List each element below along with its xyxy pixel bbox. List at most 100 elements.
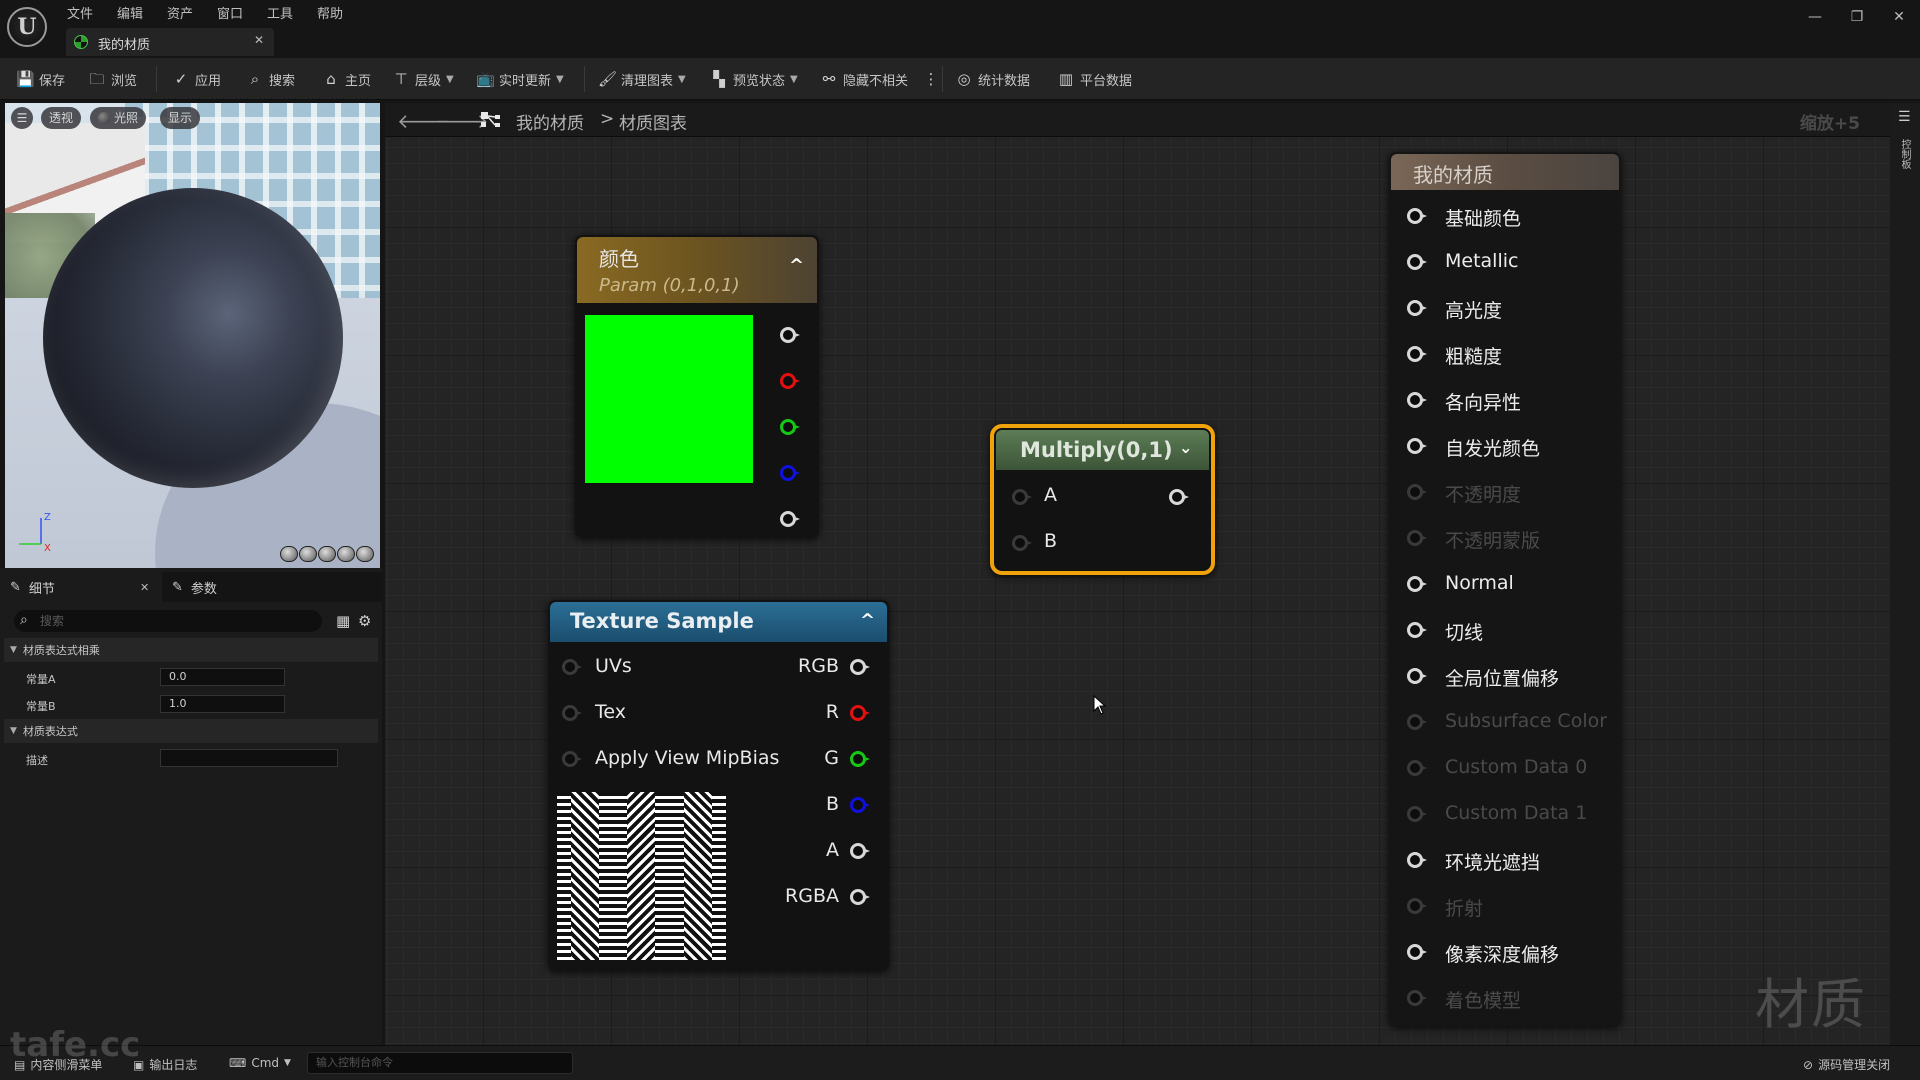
- input-pin[interactable]: [1407, 300, 1427, 316]
- stats-button[interactable]: ◎ 统计数据: [955, 67, 1030, 91]
- input-pin[interactable]: [1407, 576, 1427, 592]
- cube-shape-button[interactable]: [337, 546, 355, 562]
- input-pin[interactable]: [1407, 990, 1427, 1006]
- input-pin[interactable]: [1407, 392, 1427, 408]
- cylinder-shape-button[interactable]: [280, 546, 298, 562]
- chevron-up-icon[interactable]: ^: [860, 610, 875, 631]
- node-header[interactable]: Texture Sample ^: [550, 602, 887, 642]
- const-a-input[interactable]: 0.0: [160, 668, 285, 686]
- output-pin-rgb[interactable]: [780, 327, 800, 343]
- perspective-button[interactable]: 透视: [41, 107, 82, 129]
- input-pin[interactable]: [1407, 438, 1427, 454]
- output-pin-g[interactable]: [850, 751, 870, 767]
- input-pin[interactable]: [1407, 530, 1427, 546]
- input-pin-a[interactable]: [1012, 489, 1032, 505]
- menu-edit[interactable]: 编辑: [117, 3, 143, 22]
- output-pin-rgba[interactable]: [850, 889, 870, 905]
- node-header[interactable]: Multiply(0,1) ⌄: [996, 430, 1209, 470]
- input-pin[interactable]: [1407, 760, 1427, 776]
- node-texture-sample[interactable]: Texture Sample ^ UVs Tex Apply View MipB…: [548, 600, 889, 970]
- sphere-shape-button[interactable]: [299, 546, 317, 562]
- output-pin-rgb[interactable]: [850, 659, 870, 675]
- lighting-button[interactable]: 光照: [90, 107, 147, 129]
- input-pin[interactable]: [1407, 668, 1427, 684]
- minimize-button[interactable]: —: [1800, 6, 1830, 28]
- custom-mesh-button[interactable]: [356, 546, 374, 562]
- hierarchy-button[interactable]: ⊤ 层级 ▼: [392, 67, 453, 91]
- menu-window[interactable]: 窗口: [217, 3, 243, 22]
- input-pin[interactable]: [1407, 714, 1427, 730]
- live-update-button[interactable]: 📺 实时更新 ▼: [476, 67, 564, 91]
- plane-shape-button[interactable]: [318, 546, 336, 562]
- save-button[interactable]: 💾 保存: [16, 67, 65, 91]
- clean-graph-button[interactable]: 🖌 清理图表 ▼: [598, 67, 686, 91]
- breadcrumb-material[interactable]: 我的材质: [516, 109, 584, 134]
- chevron-down-icon[interactable]: ⌄: [1179, 438, 1192, 457]
- section-multiply-expression[interactable]: ▼ 材质表达式相乘: [4, 638, 378, 662]
- show-button[interactable]: 显示: [160, 107, 201, 129]
- apply-button[interactable]: ✓ 应用: [172, 67, 221, 91]
- node-color-param[interactable]: 颜色 Param (0,1,0,1) ^: [575, 235, 819, 537]
- output-pin-r[interactable]: [780, 373, 800, 389]
- input-pin[interactable]: [1407, 346, 1427, 362]
- hide-unrelated-button[interactable]: ⚯ 隐藏不相关: [820, 67, 908, 91]
- output-pin-g[interactable]: [780, 419, 800, 435]
- input-pin[interactable]: [1407, 484, 1427, 500]
- console-command-input[interactable]: [307, 1052, 573, 1074]
- input-pin-b[interactable]: [1012, 535, 1032, 551]
- input-pin[interactable]: [1407, 852, 1427, 868]
- menu-tools[interactable]: 工具: [267, 3, 293, 22]
- document-tab[interactable]: 我的材质 ✕: [66, 28, 274, 56]
- input-pin-tex[interactable]: [562, 705, 582, 721]
- unreal-logo-icon[interactable]: U: [7, 7, 47, 47]
- home-button[interactable]: ⌂ 主页: [322, 67, 371, 91]
- input-pin[interactable]: [1407, 806, 1427, 822]
- menu-asset[interactable]: 资产: [167, 3, 193, 22]
- input-pin-uvs[interactable]: [562, 659, 582, 675]
- input-pin[interactable]: [1407, 622, 1427, 638]
- output-pin-b[interactable]: [780, 465, 800, 481]
- const-b-input[interactable]: 1.0: [160, 695, 285, 713]
- cmd-dropdown[interactable]: ⌨ Cmd ▼: [229, 1056, 291, 1070]
- output-pin-a[interactable]: [780, 511, 800, 527]
- input-pin-mipbias[interactable]: [562, 751, 582, 767]
- output-pin-r[interactable]: [850, 705, 870, 721]
- output-pin[interactable]: [1169, 489, 1189, 505]
- material-preview-viewport[interactable]: ☰ 透视 光照 显示 Z X: [5, 103, 380, 568]
- description-input[interactable]: [160, 749, 338, 767]
- input-pin[interactable]: [1407, 898, 1427, 914]
- color-swatch[interactable]: [585, 315, 753, 483]
- tab-details[interactable]: ✎ 细节 ✕: [0, 572, 162, 602]
- preview-state-button[interactable]: ▚ 预览状态 ▼: [710, 67, 798, 91]
- breadcrumb-material-graph[interactable]: 材质图表: [619, 109, 687, 134]
- palette-tab[interactable]: 控制板: [1898, 139, 1912, 169]
- close-tab-icon[interactable]: ✕: [254, 33, 264, 47]
- output-pin-a[interactable]: [850, 843, 870, 859]
- input-pin[interactable]: [1407, 254, 1427, 270]
- details-search-input[interactable]: [40, 612, 310, 630]
- node-multiply[interactable]: Multiply(0,1) ⌄ A B: [990, 424, 1215, 575]
- viewport-menu-button[interactable]: ☰: [11, 107, 33, 129]
- settings-gear-icon[interactable]: ⚙: [358, 612, 371, 630]
- output-pin-b[interactable]: [850, 797, 870, 813]
- platform-stats-button[interactable]: ▥ 平台数据: [1057, 67, 1132, 91]
- node-header[interactable]: 我的材质: [1391, 154, 1619, 190]
- search-button[interactable]: ⌕ 搜索: [246, 67, 295, 91]
- menu-help[interactable]: 帮助: [317, 3, 343, 22]
- section-material-expression[interactable]: ▼ 材质表达式: [4, 719, 378, 743]
- output-log-button[interactable]: ▣ 输出日志: [133, 1056, 197, 1073]
- source-control-button[interactable]: ⊘ 源码管理关闭: [1803, 1056, 1890, 1073]
- menu-file[interactable]: 文件: [67, 3, 93, 22]
- more-options-button[interactable]: ⋮: [922, 67, 940, 91]
- node-material-result[interactable]: 我的材质 基础颜色 Metallic 高光度 粗糙度 各向异性 自发光颜色 不透明度 不透明蒙…: [1389, 152, 1621, 1026]
- input-pin[interactable]: [1407, 944, 1427, 960]
- restore-button[interactable]: ❐: [1842, 6, 1872, 28]
- list-menu-icon[interactable]: ☰: [1898, 109, 1911, 125]
- input-pin[interactable]: [1407, 208, 1427, 224]
- table-view-icon[interactable]: ▦: [336, 612, 350, 630]
- tab-parameters[interactable]: ✎ 参数: [162, 572, 382, 602]
- close-window-button[interactable]: ✕: [1884, 6, 1914, 28]
- node-header[interactable]: 颜色 Param (0,1,0,1) ^: [577, 237, 817, 303]
- browse-button[interactable]: 🗀 浏览: [88, 67, 137, 91]
- chevron-up-icon[interactable]: ^: [789, 255, 804, 276]
